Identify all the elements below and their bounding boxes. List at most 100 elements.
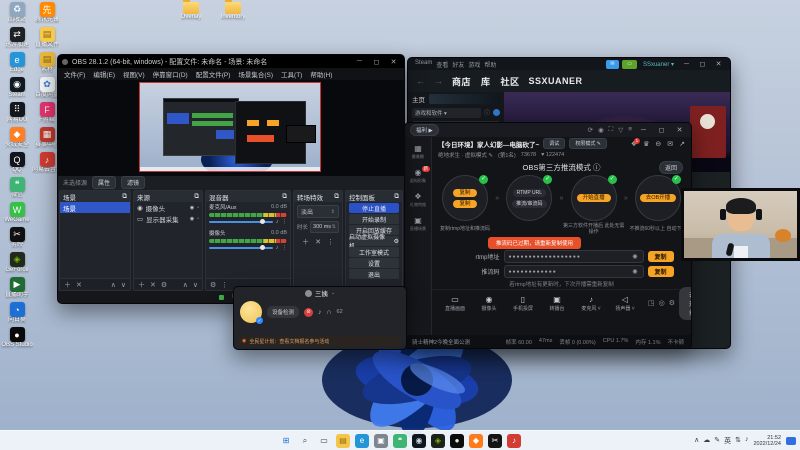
mic-icon[interactable]: ♪	[318, 309, 322, 316]
start-live-button[interactable]: 开始直播	[576, 194, 611, 202]
desktop-icon[interactable]: ◉ Steam	[2, 77, 32, 99]
info-icon[interactable]: ⓘ	[484, 108, 490, 117]
dock-menu-icon[interactable]: ⧉	[282, 193, 287, 201]
source-item[interactable]: ▭ 显示器采集 ◉ ▫	[134, 213, 202, 224]
mini-username[interactable]: 三姨	[315, 288, 328, 298]
source-item[interactable]: ◉ 摄像头 ◉ ▫	[134, 202, 202, 213]
record-icon[interactable]: ◎	[659, 299, 665, 307]
toolbar-button[interactable]: ▣ 转播台	[542, 295, 572, 312]
desktop-icon[interactable]: ❝ 微信	[2, 177, 32, 199]
desktop-icon[interactable]: ● OBS Studio	[1, 327, 33, 349]
headset-icon[interactable]: ∩	[327, 309, 332, 316]
add-transition-icon[interactable]: ＋	[302, 237, 309, 247]
status-announcement[interactable]: 骑士精神2今晚全面公测	[412, 338, 470, 346]
header-icon[interactable]: ❖ 1	[631, 137, 641, 148]
back-arrow-icon[interactable]: ←	[416, 76, 425, 86]
streamkey-copy-button[interactable]: 复制	[647, 266, 674, 277]
chevron-down-icon[interactable]: ⌄	[331, 290, 335, 296]
toolbar-icon[interactable]: ⟳	[588, 126, 593, 134]
mixer-config-icon[interactable]: ⚙	[210, 281, 216, 289]
desktop-icon[interactable]: e Edge	[2, 52, 32, 74]
tray-icon[interactable]: ∧	[694, 436, 699, 446]
forward-arrow-icon[interactable]: →	[434, 76, 443, 86]
taskbar-app-icon[interactable]: ●	[450, 433, 464, 448]
streamkey-field-input[interactable]: ●●●●●●●●●●●● ◉	[503, 265, 644, 278]
toolbar-icon[interactable]: ◉	[598, 126, 604, 134]
taskbar-app-icon[interactable]: ♪	[507, 433, 521, 448]
danmu-settings-icon[interactable]: ◳	[648, 299, 655, 307]
taskbar-app-icon[interactable]: ▣	[374, 433, 388, 448]
transition-menu-icon[interactable]: ⋮	[327, 238, 334, 246]
volume-slider[interactable]	[209, 219, 273, 224]
taskbar-app-icon[interactable]: ▤	[336, 433, 350, 448]
header-icon[interactable]: ⊖	[655, 140, 661, 148]
maximize-button[interactable]: ◻	[370, 58, 383, 66]
notifications-button[interactable]: ✉	[605, 59, 619, 69]
steam-menu-item[interactable]: 游戏	[466, 60, 482, 69]
toolbar-icon[interactable]: ▽	[618, 126, 623, 134]
go-live-button[interactable]: 去开播	[679, 286, 691, 320]
obs-menu-item[interactable]: 配置文件(P)	[193, 69, 234, 79]
desktop-icon[interactable]: ▶ 直播助手	[2, 277, 32, 299]
tray-icon[interactable]: ✎	[714, 436, 720, 446]
rail-feature-button[interactable]: ◉ 虚拟形象 新	[409, 166, 430, 184]
dock-menu-icon[interactable]: ⧉	[194, 193, 199, 201]
duration-input[interactable]: 300 ms ⇅	[310, 221, 339, 233]
header-icon[interactable]: ↗	[679, 140, 685, 148]
preview-capture[interactable]	[139, 82, 321, 172]
obs-titlebar[interactable]: OBS 28.1.2 (64-bit, windows) - 配置文件: 未命名…	[58, 55, 404, 68]
desktop-icon[interactable]: Q QQ	[2, 152, 32, 174]
control-button[interactable]: 设置	[349, 258, 399, 268]
properties-button[interactable]: 属性	[92, 176, 117, 189]
steam-nav-username[interactable]: SSXUANER	[529, 76, 583, 86]
minimize-button[interactable]: ─	[680, 61, 693, 68]
taskbar-app-icon[interactable]: ⌕	[298, 434, 312, 448]
device-check-button[interactable]: 设备检测	[267, 306, 300, 318]
steam-nav-tab[interactable]: 商店	[452, 75, 471, 88]
down-icon[interactable]: ∨	[121, 281, 126, 289]
obs-preview[interactable]	[58, 80, 404, 176]
stepper-icon[interactable]: ⇅	[332, 224, 336, 230]
go-obs-button[interactable]: 去OB开播	[639, 194, 677, 202]
minimize-button[interactable]: ─	[353, 58, 366, 65]
taskbar-app-icon[interactable]: ⊞	[279, 434, 293, 448]
mute-icon[interactable]: ♪	[276, 219, 279, 225]
header-icon[interactable]: ✉	[667, 140, 673, 148]
desktop-icon[interactable]: ◔ 向日葵	[2, 302, 32, 324]
steam-nav-tab[interactable]: 库	[481, 75, 491, 88]
toolbar-button[interactable]: ▭ 直播画面	[440, 295, 470, 312]
toolbar-button[interactable]: ◉ 摄像头	[474, 295, 504, 312]
dock-menu-icon[interactable]: ⧉	[122, 193, 127, 201]
scene-item[interactable]: 场景	[60, 202, 130, 213]
control-button[interactable]: 停止直播	[349, 203, 399, 213]
lock-icon[interactable]: ▫	[197, 205, 199, 211]
down-icon[interactable]: ∨	[193, 281, 198, 289]
notification-center-button[interactable]	[786, 436, 796, 445]
minimize-button[interactable]: ─	[637, 127, 650, 134]
header-icon[interactable]: ♛	[643, 140, 649, 148]
mute-icon[interactable]: ♪	[276, 245, 279, 251]
add-icon[interactable]: ＋	[64, 280, 71, 290]
tray-icon[interactable]: ⇅	[735, 436, 741, 446]
desktop-icon[interactable]: ◆ 火绒安全	[2, 127, 32, 149]
desktop-icon[interactable]: W WeGame	[2, 202, 32, 224]
volume-slider[interactable]	[209, 245, 273, 250]
clock[interactable]: 21:52 2022/12/24	[753, 435, 781, 447]
remove-icon[interactable]: ✕	[150, 281, 156, 289]
mixer-menu-icon[interactable]: ⋮	[221, 281, 228, 289]
toolbar-icon[interactable]: ≡	[628, 126, 632, 134]
rail-feature-button[interactable]: ▣ 直播场景	[409, 216, 427, 232]
expired-alert[interactable]: 推流码已过期，请重新复制使用	[488, 236, 582, 249]
library-filter-dropdown[interactable]: 游戏和软件 ▾	[412, 107, 481, 118]
dock-menu-icon[interactable]: ⧉	[394, 193, 399, 201]
obs-menu-item[interactable]: 视图(V)	[120, 69, 148, 79]
welfare-pill[interactable]: 福利 ▶	[410, 124, 439, 136]
desktop-icon[interactable]: ◈ GeForce	[2, 252, 32, 274]
taskbar-app-icon[interactable]: e	[355, 433, 369, 448]
dock-menu-icon[interactable]: ⧉	[334, 193, 339, 201]
debug-pill[interactable]: 调试	[543, 138, 566, 149]
mini-notice[interactable]: ◉ 全民星计划：查看文档报名参与活动	[238, 336, 402, 346]
lock-icon[interactable]: ▫	[197, 216, 199, 222]
tray-icon[interactable]: ♪	[745, 436, 749, 446]
taskbar-app-icon[interactable]: ▭	[317, 434, 331, 448]
